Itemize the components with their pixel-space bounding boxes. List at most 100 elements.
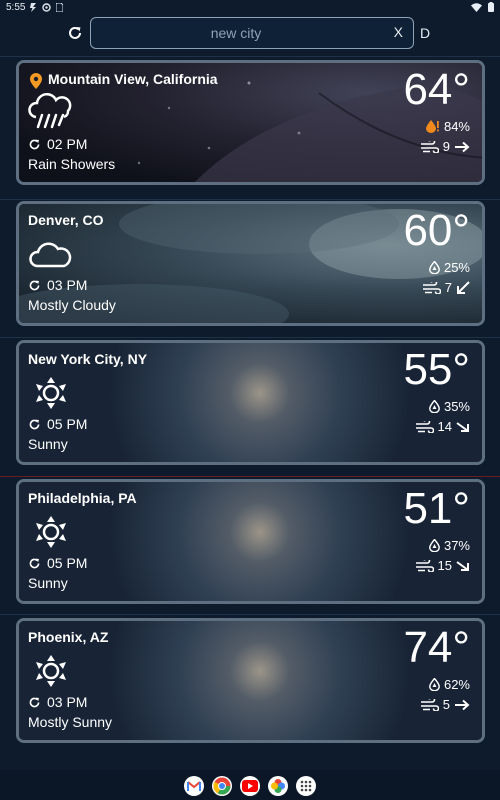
condition-text: Sunny bbox=[28, 436, 68, 452]
rain-icon bbox=[28, 93, 72, 129]
wind-icon bbox=[415, 420, 434, 433]
city-card-denver[interactable]: Denver, CO 03 PM Mostly Cloudy 60° 25% 7 bbox=[16, 201, 485, 326]
update-time-row: 02 PM bbox=[28, 136, 87, 152]
search-box: X bbox=[90, 17, 414, 49]
photos-icon[interactable] bbox=[268, 776, 288, 796]
battery-icon bbox=[488, 2, 494, 12]
wind-speed: 9 bbox=[442, 139, 450, 154]
humidity-value: 25% bbox=[443, 260, 470, 275]
update-time-row: 05 PM bbox=[28, 416, 87, 432]
condition-text: Rain Showers bbox=[28, 156, 116, 172]
humidity-icon bbox=[429, 678, 440, 691]
wind-speed: 15 bbox=[437, 558, 452, 573]
update-time: 05 PM bbox=[47, 555, 88, 571]
sd-card-icon bbox=[56, 2, 64, 12]
gmail-icon[interactable] bbox=[184, 776, 204, 796]
city-name: Mountain View, California bbox=[48, 71, 218, 87]
update-time-row: 03 PM bbox=[28, 694, 87, 710]
refresh-icon bbox=[69, 26, 81, 39]
temperature: 74° bbox=[403, 623, 470, 672]
city-card-new-york[interactable]: New York City, NY 05 PM Sunny 55° 35% 14 bbox=[16, 340, 485, 465]
city-name: Phoenix, AZ bbox=[28, 629, 109, 645]
wifi-icon bbox=[471, 2, 482, 12]
refresh-icon bbox=[29, 280, 40, 290]
cloud-icon bbox=[29, 242, 72, 268]
refresh-button[interactable] bbox=[64, 22, 86, 44]
city-name: New York City, NY bbox=[28, 351, 148, 367]
wind-row: 15 bbox=[415, 558, 470, 573]
temperature: 55° bbox=[403, 345, 470, 394]
d-button[interactable]: D bbox=[420, 25, 430, 41]
humidity-value: 62% bbox=[443, 677, 470, 692]
wind-direction-arrow-icon bbox=[455, 699, 470, 710]
wind-icon bbox=[420, 698, 439, 711]
humidity-row: 25% bbox=[429, 260, 470, 275]
youtube-icon[interactable] bbox=[240, 776, 260, 796]
update-time-row: 05 PM bbox=[28, 555, 87, 571]
humidity-icon bbox=[429, 400, 440, 413]
refresh-icon bbox=[29, 558, 40, 568]
wind-row: 9 bbox=[420, 139, 470, 154]
wind-icon bbox=[422, 281, 441, 294]
condition-text: Mostly Sunny bbox=[28, 714, 113, 730]
humidity-row: 35% bbox=[429, 399, 470, 414]
notification-icon bbox=[30, 2, 37, 12]
city-name: Denver, CO bbox=[28, 212, 104, 228]
location-pin-icon bbox=[30, 73, 42, 89]
wind-speed: 7 bbox=[444, 280, 452, 295]
temperature: 64° bbox=[403, 65, 470, 114]
divider bbox=[0, 614, 500, 615]
settings-icon bbox=[42, 2, 52, 12]
sun-icon bbox=[36, 516, 66, 548]
humidity-value: 84% bbox=[443, 119, 470, 134]
wind-direction-arrow-icon bbox=[456, 421, 469, 432]
temperature: 51° bbox=[403, 484, 470, 533]
humidity-row: 37% bbox=[429, 538, 470, 553]
divider bbox=[0, 476, 500, 477]
wind-row: 5 bbox=[420, 697, 470, 712]
humidity-alert-icon bbox=[425, 120, 439, 133]
refresh-icon bbox=[29, 139, 40, 149]
sun-icon bbox=[36, 377, 66, 409]
humidity-row: 62% bbox=[429, 677, 470, 692]
wind-direction-arrow-icon bbox=[456, 560, 469, 571]
divider bbox=[0, 337, 500, 338]
chrome-icon[interactable] bbox=[212, 776, 232, 796]
update-time: 03 PM bbox=[47, 694, 88, 710]
app-dock bbox=[184, 776, 316, 796]
app-drawer-icon[interactable] bbox=[296, 776, 316, 796]
update-time: 05 PM bbox=[47, 416, 88, 432]
city-card-philadelphia[interactable]: Philadelphia, PA 05 PM Sunny 51° 37% 15 bbox=[16, 479, 485, 604]
humidity-icon bbox=[429, 539, 440, 552]
divider bbox=[0, 56, 500, 57]
wind-direction-arrow-icon bbox=[455, 141, 470, 152]
status-time: 5:55 bbox=[6, 1, 26, 13]
refresh-icon bbox=[29, 419, 40, 429]
search-row: X D bbox=[0, 14, 500, 54]
search-input[interactable] bbox=[111, 18, 361, 47]
humidity-value: 35% bbox=[443, 399, 470, 414]
wind-row: 7 bbox=[422, 280, 470, 295]
wind-speed: 5 bbox=[442, 697, 450, 712]
wind-speed: 14 bbox=[437, 419, 452, 434]
temperature: 60° bbox=[403, 206, 470, 255]
humidity-icon bbox=[429, 261, 440, 274]
wind-row: 14 bbox=[415, 419, 470, 434]
city-card-phoenix[interactable]: Phoenix, AZ 03 PM Mostly Sunny 74° 62% 5 bbox=[16, 618, 485, 743]
wind-direction-arrow-icon bbox=[457, 280, 470, 294]
humidity-row: 84% bbox=[425, 119, 470, 134]
update-time: 02 PM bbox=[47, 136, 88, 152]
divider bbox=[0, 199, 500, 200]
city-name: Philadelphia, PA bbox=[28, 490, 137, 506]
update-time: 03 PM bbox=[47, 277, 88, 293]
sun-icon bbox=[36, 655, 66, 687]
wind-icon bbox=[415, 559, 434, 572]
city-card-mountain-view[interactable]: Mountain View, California 02 PM Rain Sho… bbox=[16, 60, 485, 185]
refresh-icon bbox=[29, 697, 40, 707]
clear-button[interactable]: X bbox=[394, 24, 403, 40]
wind-icon bbox=[420, 140, 439, 153]
status-bar: 5:55 bbox=[0, 0, 500, 14]
update-time-row: 03 PM bbox=[28, 277, 87, 293]
humidity-value: 37% bbox=[443, 538, 470, 553]
condition-text: Mostly Cloudy bbox=[28, 297, 116, 313]
